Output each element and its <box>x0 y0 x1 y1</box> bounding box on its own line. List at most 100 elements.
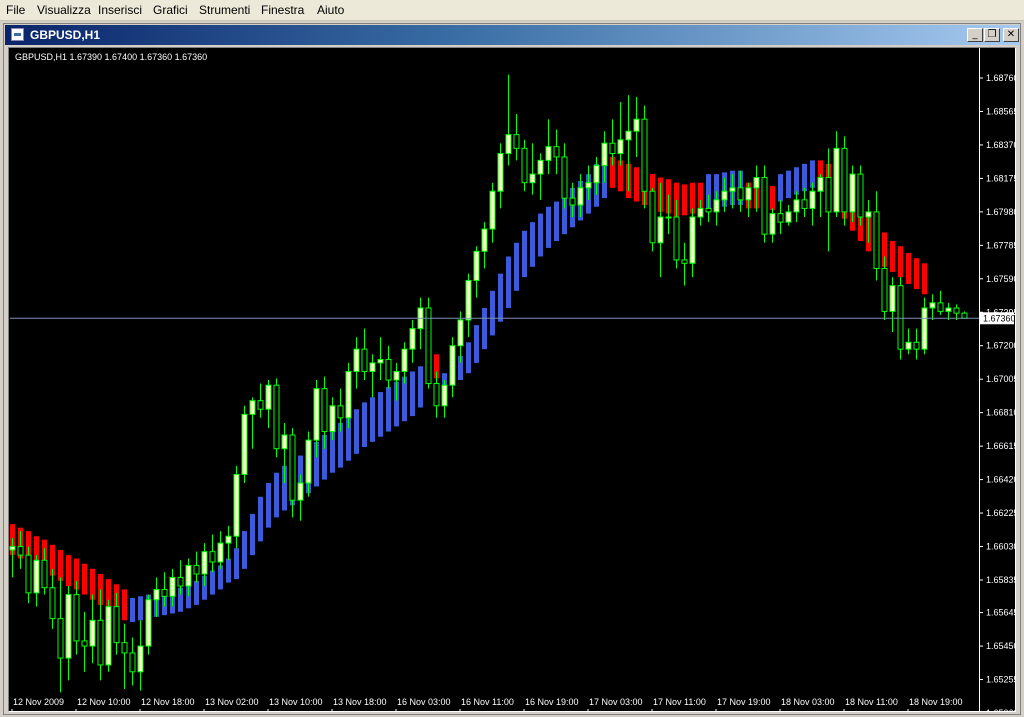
time-tick-label: 16 Nov 19:00 <box>525 697 579 707</box>
bull-candle <box>377 358 384 364</box>
bull-candle <box>473 250 480 282</box>
chart-background <box>9 48 1015 711</box>
current-price-marker: 1.67360 <box>980 312 1015 325</box>
time-tick-label: 17 Nov 19:00 <box>717 697 771 707</box>
chart-info-label: GBPUSD,H1 1.67390 1.67400 1.67360 1.6736… <box>15 52 207 62</box>
bull-candle <box>185 564 192 587</box>
menu-finestra[interactable]: Finestra <box>261 3 304 17</box>
trail-bar-up <box>194 580 199 605</box>
bear-candle <box>873 211 880 270</box>
trail-bar-up <box>258 496 263 542</box>
time-tick-label: 12 Nov 18:00 <box>141 697 195 707</box>
bull-candle <box>713 199 720 213</box>
bull-candle <box>849 173 856 213</box>
trail-bar-up <box>378 392 383 437</box>
bull-candle <box>833 147 840 213</box>
chart-canvas[interactable]: 1.68760 1.68565 1.68370 1.68175 1.67980 1.677… <box>9 48 1015 711</box>
price-tick-label: 1.65255 <box>986 675 1015 685</box>
price-tick-label: 1.65060 <box>986 708 1015 711</box>
bull-candle <box>529 173 536 184</box>
bull-candle <box>281 434 288 450</box>
bear-candle <box>97 619 104 666</box>
bear-candle <box>257 400 264 410</box>
bull-candle <box>9 546 16 551</box>
trail-bar-down <box>890 241 895 272</box>
bear-candle <box>825 177 832 213</box>
bull-candle <box>505 134 512 155</box>
price-tick-label: 1.67200 <box>986 341 1015 351</box>
bull-candle <box>409 328 416 350</box>
bear-candle <box>49 587 56 620</box>
price-chart[interactable]: 1.68760 1.68565 1.68370 1.68175 1.67980 1.677… <box>8 47 1016 712</box>
bull-candle <box>169 576 176 597</box>
menu-aiuto[interactable]: Aiuto <box>317 3 344 17</box>
trail-bar-down <box>914 258 919 290</box>
bull-candle <box>305 439 312 484</box>
menu-visualizza[interactable]: Visualizza <box>37 3 91 17</box>
bull-candle <box>449 345 456 386</box>
bull-candle <box>625 130 632 141</box>
price-tick-label: 1.65835 <box>986 575 1015 585</box>
trail-bar-down <box>82 563 87 595</box>
bear-candle <box>209 551 216 563</box>
trail-bar-up <box>554 201 559 242</box>
price-tick-label: 1.66810 <box>986 408 1015 418</box>
bear-candle <box>961 312 968 319</box>
bull-candle <box>753 177 760 189</box>
menu-file[interactable]: File <box>6 3 25 17</box>
restore-button[interactable]: ❐ <box>984 28 1000 42</box>
bull-candle <box>105 606 112 666</box>
trail-bar-up <box>514 242 519 291</box>
trail-bar-up <box>226 558 231 583</box>
bear-candle <box>425 307 432 384</box>
trail-bar-up <box>386 386 391 432</box>
trail-bar-down <box>58 549 63 581</box>
bear-candle <box>897 285 904 350</box>
menu-strumenti[interactable]: Strumenti <box>199 3 250 17</box>
bull-candle <box>481 228 488 252</box>
bear-candle <box>649 190 656 244</box>
bull-candle <box>769 213 776 235</box>
close-button[interactable]: ✕ <box>1003 28 1019 42</box>
time-tick-label: 16 Nov 11:00 <box>461 697 514 707</box>
bear-candle <box>193 564 200 575</box>
bear-candle <box>553 146 560 158</box>
trail-bar-down <box>682 184 687 216</box>
trail-bar-up <box>538 213 543 257</box>
minimize-button[interactable]: _ <box>967 28 983 42</box>
bull-candle <box>689 216 696 264</box>
bear-candle <box>321 388 328 433</box>
price-tick-label: 1.67005 <box>986 374 1015 384</box>
bull-candle <box>785 211 792 223</box>
menu-grafici[interactable]: Grafici <box>153 3 188 17</box>
bull-candle <box>729 187 736 192</box>
price-tick-label: 1.67980 <box>986 207 1015 217</box>
bull-candle <box>297 482 304 501</box>
trail-bar-up <box>530 222 535 267</box>
trail-bar-down <box>122 589 127 621</box>
bear-candle <box>361 348 368 372</box>
trail-bar-up <box>354 409 359 454</box>
bull-candle <box>33 559 40 594</box>
price-tick-label: 1.65450 <box>986 641 1015 651</box>
bear-candle <box>513 134 520 149</box>
trail-bar-up <box>466 342 471 374</box>
window-titlebar[interactable]: GBPUSD,H1 _ ❐ ✕ <box>5 25 1019 45</box>
trail-bar-down <box>770 186 775 211</box>
trail-bar-up <box>522 230 527 278</box>
time-tick-label: 18 Nov 19:00 <box>909 697 963 707</box>
menu-bar: File Visualizza Inserisci Grafici Strume… <box>0 0 1024 21</box>
bull-candle <box>577 187 584 206</box>
price-tick-label: 1.68370 <box>986 140 1015 150</box>
bull-candle <box>633 118 640 132</box>
trail-bar-up <box>362 402 367 447</box>
bear-candle <box>337 405 344 419</box>
trail-bar-up <box>474 325 479 363</box>
bear-candle <box>25 554 32 594</box>
bull-candle <box>889 285 896 312</box>
bull-candle <box>793 199 800 213</box>
time-tick-label: 16 Nov 03:00 <box>397 697 451 707</box>
bear-candle <box>737 187 744 201</box>
current-price-label: 1.67360 <box>983 313 1015 323</box>
menu-inserisci[interactable]: Inserisci <box>98 3 142 17</box>
